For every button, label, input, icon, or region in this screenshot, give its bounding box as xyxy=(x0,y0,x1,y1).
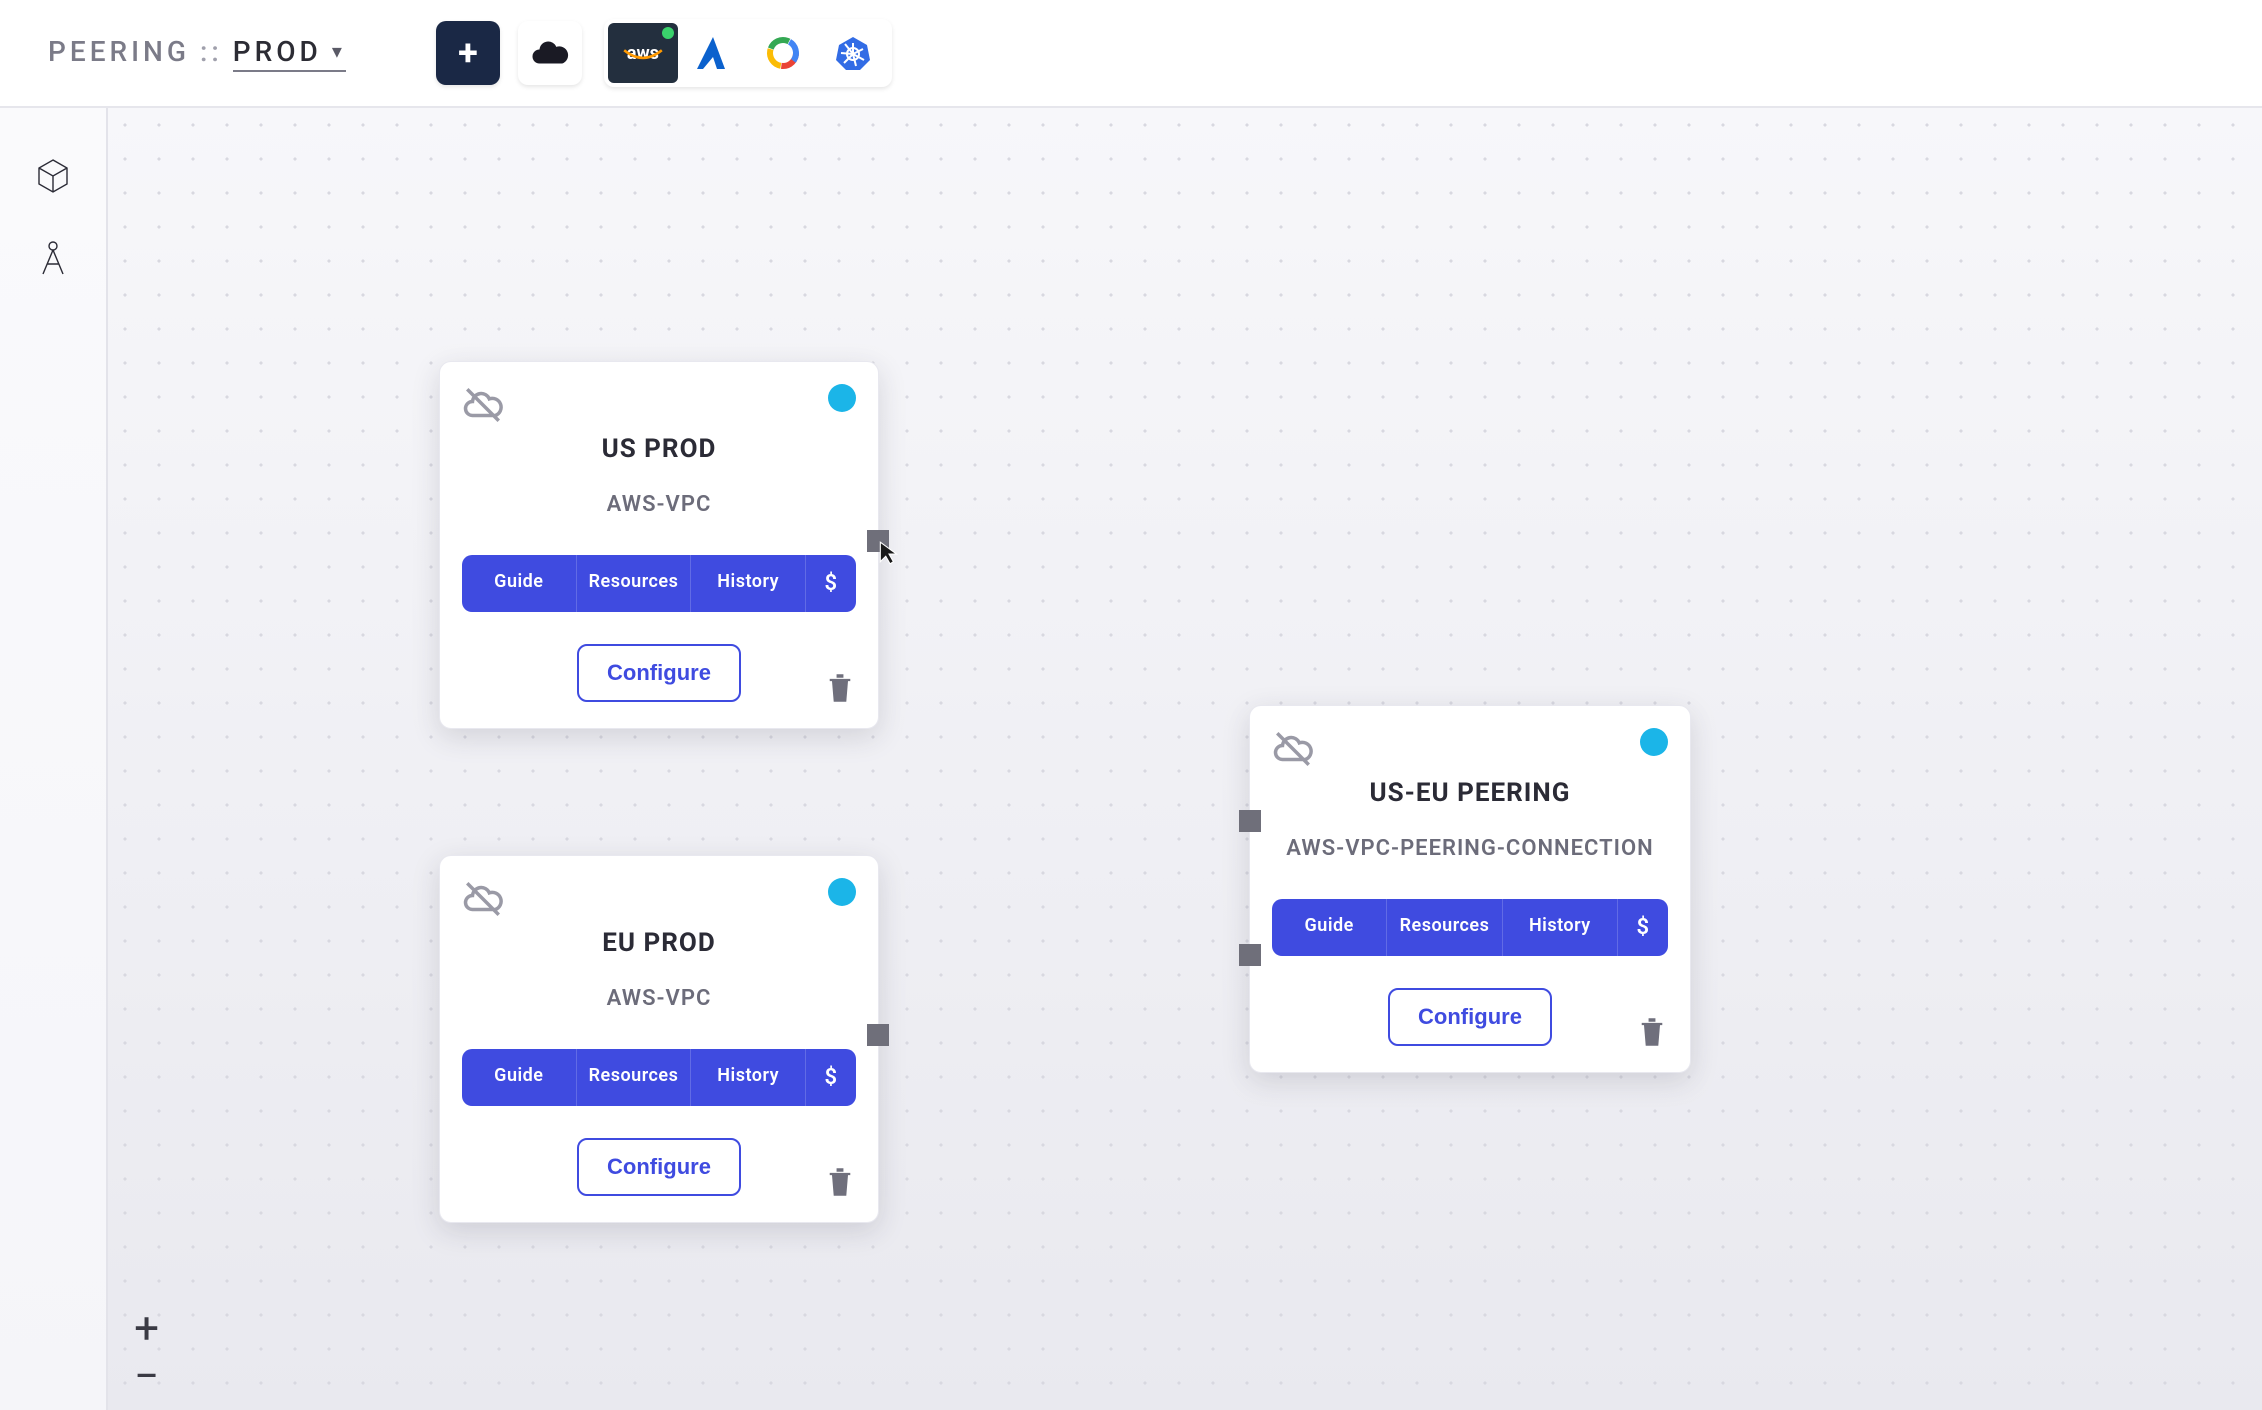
connection-port-right[interactable] xyxy=(867,530,889,552)
cloud-off-icon xyxy=(462,878,504,924)
configure-button[interactable]: Configure xyxy=(577,644,741,702)
provider-kubernetes-button[interactable] xyxy=(818,23,888,83)
add-button[interactable]: + xyxy=(436,21,500,85)
breadcrumb-separator: :: xyxy=(200,35,223,68)
configure-button[interactable]: Configure xyxy=(1388,988,1552,1046)
node-subtitle: AWS-VPC-PEERING-CONNECTION xyxy=(1272,836,1668,861)
node-us-prod[interactable]: US PROD AWS-VPC Guide Resources History … xyxy=(439,361,879,729)
trash-icon xyxy=(1638,1016,1666,1048)
node-title: US-EU PEERING xyxy=(1272,778,1668,808)
node-subtitle: AWS-VPC xyxy=(462,492,856,517)
trash-icon xyxy=(826,1166,854,1198)
node-tabs: Guide Resources History $ xyxy=(462,555,856,612)
node-title: EU PROD xyxy=(462,928,856,958)
compass-tool-button[interactable] xyxy=(25,230,81,286)
delete-button[interactable] xyxy=(826,1166,854,1202)
delete-button[interactable] xyxy=(826,672,854,708)
provider-azure-button[interactable] xyxy=(678,23,748,83)
node-us-eu-peering[interactable]: US-EU PEERING AWS-VPC-PEERING-CONNECTION… xyxy=(1249,705,1691,1073)
cloud-filter-button[interactable] xyxy=(518,21,582,85)
configure-button[interactable]: Configure xyxy=(577,1138,741,1196)
cloud-off-icon xyxy=(1272,728,1314,774)
chevron-down-icon: ▾ xyxy=(332,39,346,63)
tab-resources[interactable]: Resources xyxy=(1387,899,1502,956)
status-indicator xyxy=(1640,728,1668,756)
tab-resources[interactable]: Resources xyxy=(577,555,692,612)
tab-history[interactable]: History xyxy=(691,555,806,612)
tab-history[interactable]: History xyxy=(691,1049,806,1106)
connection-layer xyxy=(108,108,408,258)
kubernetes-icon xyxy=(833,33,873,73)
breadcrumb: PEERING :: PROD ▾ xyxy=(48,35,346,72)
tab-resources[interactable]: Resources xyxy=(577,1049,692,1106)
node-title: US PROD xyxy=(462,434,856,464)
node-eu-prod[interactable]: EU PROD AWS-VPC Guide Resources History … xyxy=(439,855,879,1223)
connection-port-left-bottom[interactable] xyxy=(1239,944,1261,966)
status-indicator xyxy=(828,384,856,412)
zoom-out-button[interactable]: − xyxy=(134,1352,159,1400)
connection-port-right[interactable] xyxy=(867,1024,889,1046)
cloud-icon xyxy=(529,32,571,74)
tab-cost[interactable]: $ xyxy=(806,555,856,612)
environment-dropdown[interactable]: PROD ▾ xyxy=(233,35,346,72)
azure-icon xyxy=(693,33,733,73)
zoom-controls: + − xyxy=(134,1304,159,1400)
delete-button[interactable] xyxy=(1638,1016,1666,1052)
gcp-icon xyxy=(763,33,803,73)
tab-guide[interactable]: Guide xyxy=(462,555,577,612)
breadcrumb-section: PEERING xyxy=(48,35,190,68)
status-indicator xyxy=(828,878,856,906)
node-subtitle: AWS-VPC xyxy=(462,986,856,1011)
tab-guide[interactable]: Guide xyxy=(1272,899,1387,956)
left-rail xyxy=(0,108,108,1410)
plus-icon: + xyxy=(458,32,478,74)
aws-smile-icon xyxy=(623,35,663,75)
provider-aws-button[interactable]: aws xyxy=(608,23,678,83)
node-tabs: Guide Resources History $ xyxy=(462,1049,856,1106)
trash-icon xyxy=(826,672,854,704)
provider-gcp-button[interactable] xyxy=(748,23,818,83)
compass-icon xyxy=(33,238,73,278)
zoom-in-button[interactable]: + xyxy=(134,1304,159,1352)
tab-guide[interactable]: Guide xyxy=(462,1049,577,1106)
cube-tool-button[interactable] xyxy=(25,148,81,204)
provider-group: aws xyxy=(604,19,892,87)
tab-cost[interactable]: $ xyxy=(1618,899,1668,956)
environment-label: PROD xyxy=(233,35,322,68)
connection-port-left-top[interactable] xyxy=(1239,810,1261,832)
node-tabs: Guide Resources History $ xyxy=(1272,899,1668,956)
topbar: PEERING :: PROD ▾ + aws xyxy=(0,0,2262,108)
tab-cost[interactable]: $ xyxy=(806,1049,856,1106)
cube-icon xyxy=(33,156,73,196)
canvas[interactable]: US PROD AWS-VPC Guide Resources History … xyxy=(108,108,2262,1410)
tab-history[interactable]: History xyxy=(1503,899,1618,956)
cloud-off-icon xyxy=(462,384,504,430)
